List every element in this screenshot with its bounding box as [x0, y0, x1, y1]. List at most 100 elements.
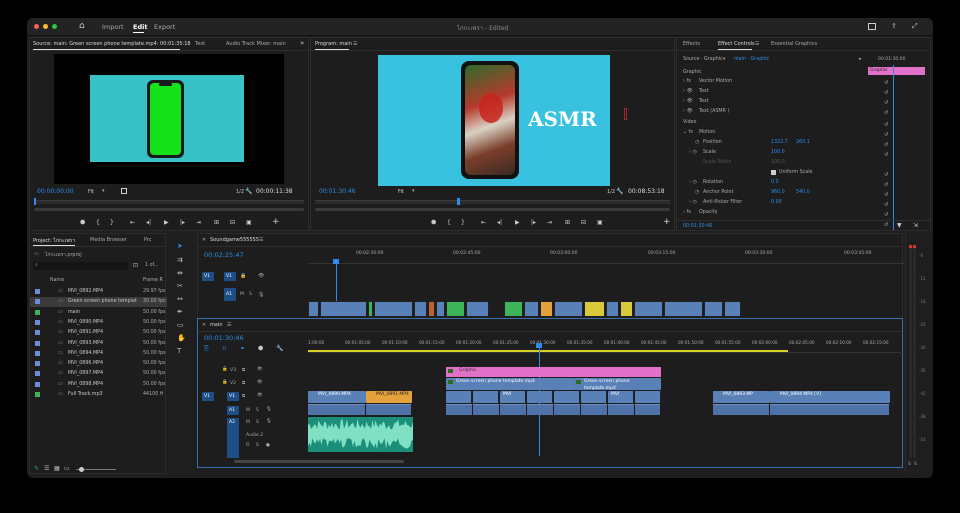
seq1-close-icon[interactable]: ✕: [202, 237, 206, 243]
program-add-icon[interactable]: +: [663, 217, 671, 227]
production-tab[interactable]: Prc: [144, 237, 152, 243]
overwrite-icon[interactable]: ⊟: [230, 219, 235, 226]
position-x-value[interactable]: 1322.7: [771, 140, 788, 145]
anchor-y-value[interactable]: 540.0: [796, 190, 810, 195]
essential-graphics-tab[interactable]: Essential Graphics: [771, 41, 817, 47]
seq1-clip[interactable]: [308, 301, 319, 317]
seq1-menu-icon[interactable]: ☰: [259, 237, 263, 243]
freeform-view-icon[interactable]: ▭: [64, 465, 70, 472]
p-mark-out-icon[interactable]: }: [461, 219, 465, 226]
project-list-item[interactable]: ▭ MVI_0897.MP4 50.00 fps: [30, 369, 167, 379]
p-mark-in-icon[interactable]: {: [447, 219, 451, 226]
program-timecode[interactable]: 00:01:30:46: [319, 188, 356, 195]
col-name-header[interactable]: Name: [50, 278, 64, 283]
text2-expand-icon[interactable]: › 👁: [683, 99, 693, 104]
eye-icon[interactable]: 👁: [258, 273, 264, 279]
source-fit-select[interactable]: Fit: [88, 189, 94, 195]
project-list-item[interactable]: ▭ Green screen phone templat 30.00 fps: [30, 297, 167, 308]
ec-filter-icon[interactable]: ▼: [897, 222, 902, 229]
effects-tab[interactable]: Effects: [683, 41, 700, 47]
close-window-button[interactable]: [34, 24, 39, 29]
v1-sync-icon[interactable]: ⧉: [242, 393, 245, 399]
project-search-input[interactable]: ⌕: [33, 262, 128, 270]
text1-expand-icon[interactable]: › 👁: [683, 89, 693, 94]
a1-audio-clip[interactable]: [308, 404, 365, 415]
ec-playhead[interactable]: [893, 65, 894, 230]
reset-icon[interactable]: ↺: [884, 180, 888, 190]
label-color-swatch[interactable]: [35, 361, 40, 367]
seq1-clip[interactable]: [428, 301, 435, 317]
a1-audio-clip[interactable]: [713, 404, 769, 415]
col-framerate-header[interactable]: Frame R: [143, 278, 163, 283]
ec-menu-icon[interactable]: ☰: [755, 41, 759, 47]
seq1-clip[interactable]: [466, 301, 489, 317]
track-select-icon[interactable]: ⇉: [177, 256, 183, 264]
seq2-tab[interactable]: main: [210, 322, 223, 328]
lock-icon[interactable]: 🔒: [240, 273, 246, 279]
add-marker-icon[interactable]: ⬢: [258, 345, 263, 352]
project-list-item[interactable]: ▭ main 50.00 fps: [30, 308, 167, 318]
audio-mixer-tab[interactable]: Audio Track Mixer: main: [226, 41, 286, 47]
reset-icon[interactable]: ↺: [884, 120, 888, 130]
label-color-swatch[interactable]: [35, 330, 40, 336]
seq1-clip[interactable]: [724, 301, 741, 317]
source-fit-chevron-icon[interactable]: ▾: [102, 188, 105, 194]
ripple-edit-icon[interactable]: ⇹: [177, 269, 183, 277]
a1-audio-clip[interactable]: [500, 404, 526, 415]
a1-audio-clip[interactable]: [635, 404, 660, 415]
thumb-zoom-handle[interactable]: [79, 467, 84, 472]
antiflicker-value[interactable]: 0.00: [771, 200, 782, 205]
v1-clip[interactable]: MVI: [608, 391, 634, 403]
meter-solo-left[interactable]: S: [908, 462, 911, 467]
graphic-clip[interactable]: Graphic: [446, 367, 661, 377]
p-add-marker-icon[interactable]: ⬢: [431, 219, 436, 226]
ec-graphic-bar[interactable]: Graphic: [868, 67, 925, 75]
project-list-item[interactable]: ▭ MVI_0892.MP4 29.97 fps: [30, 287, 167, 297]
label-color-swatch[interactable]: [35, 309, 40, 315]
pencil-icon[interactable]: ✎: [34, 465, 39, 472]
seq1-playhead-handle[interactable]: [333, 259, 339, 264]
project-tab[interactable]: Project: ไก่กะเพรา: [33, 237, 75, 245]
go-to-out-icon[interactable]: ⇥: [196, 219, 201, 226]
linked-selection-icon[interactable]: ⚭: [240, 345, 245, 352]
label-color-swatch[interactable]: [35, 340, 40, 346]
project-bin-icon[interactable]: ⊡: [133, 262, 138, 269]
step-forward-icon[interactable]: |▸: [180, 219, 185, 226]
a1-audio-clip[interactable]: [527, 404, 553, 415]
a1-audio-clip[interactable]: [554, 404, 580, 415]
seq2-menu-icon[interactable]: ☰: [227, 322, 231, 328]
reset-icon[interactable]: ↺: [884, 98, 888, 108]
ec-sequence-label[interactable]: main · Graphic: [734, 57, 769, 62]
share-icon[interactable]: ⇪: [891, 22, 897, 30]
project-list-item[interactable]: ▭ MVI_0893.MP4 50.00 fps: [30, 339, 167, 349]
a1-audio-clip[interactable]: [446, 404, 472, 415]
v3-lock-icon[interactable]: 🔒: [222, 367, 228, 372]
mvi-0894-clip[interactable]: MVI_0894.MP4 [V]: [770, 391, 890, 403]
a2-mic-icon[interactable]: 🎙: [266, 419, 272, 424]
a1-mic-icon[interactable]: 🎙: [266, 407, 272, 412]
type-tool-icon[interactable]: T: [177, 347, 181, 355]
selection-tool-icon[interactable]: ➤: [177, 242, 183, 250]
icon-view-icon[interactable]: ▦: [54, 465, 60, 472]
seq1-clip[interactable]: [374, 301, 413, 317]
source-settings-icon[interactable]: [121, 188, 127, 194]
slip-tool-icon[interactable]: ↔: [177, 295, 183, 303]
scale-value[interactable]: 100.0: [771, 150, 785, 155]
a1-audio-clip[interactable]: [473, 404, 499, 415]
program-zoom-bar[interactable]: [315, 208, 670, 211]
a1-audio-clip[interactable]: [581, 404, 607, 415]
a1-audio-clip[interactable]: [770, 404, 889, 415]
label-color-swatch[interactable]: [35, 299, 40, 305]
project-list-item[interactable]: ▭ Full Track.mp3 44100 H: [30, 390, 167, 400]
minimize-window-button[interactable]: [43, 24, 48, 29]
project-list-item[interactable]: ▭ MVI_0890.MP4 50.00 fps: [30, 318, 167, 328]
fullscreen-icon[interactable]: ⤢: [912, 22, 918, 30]
source-scrub-bar[interactable]: [34, 200, 304, 204]
p-step-back-icon[interactable]: ◂|: [497, 219, 502, 226]
motion-expand-icon[interactable]: ⌄ fx: [683, 130, 693, 135]
program-tab[interactable]: Program: main: [315, 41, 352, 47]
opacity-expand-icon[interactable]: › fx: [683, 210, 691, 215]
v1-eye-icon[interactable]: 👁: [257, 393, 263, 398]
extract-icon[interactable]: ⊟: [581, 219, 586, 226]
v1-clip[interactable]: [527, 391, 553, 403]
